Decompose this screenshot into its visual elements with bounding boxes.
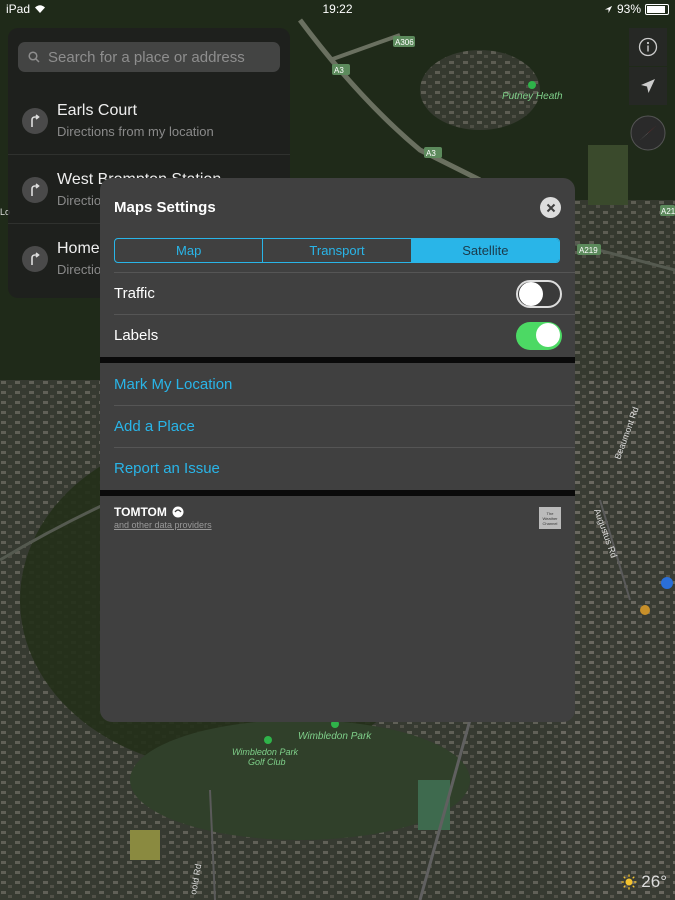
report-issue-row[interactable]: Report an Issue: [114, 447, 575, 489]
tomtom-logo[interactable]: TOMTOM: [114, 505, 185, 519]
map-road-label-a21: A21: [661, 207, 675, 216]
map-label-golf-club-1: Wimbledon Park: [232, 747, 298, 757]
close-button[interactable]: [540, 197, 561, 218]
labels-label: Labels: [114, 327, 159, 344]
map-road-label-a3: A3: [334, 66, 344, 75]
weather-indicator[interactable]: 26°: [621, 872, 667, 892]
labels-toggle[interactable]: [516, 322, 562, 350]
dialog-title: Maps Settings: [114, 199, 216, 216]
directions-title: Earls Court: [57, 102, 138, 119]
weather-channel-logo[interactable]: The Weather Channel: [539, 507, 561, 529]
battery-icon: [645, 3, 669, 15]
battery-percent: 93%: [616, 2, 641, 16]
turn-arrow-icon: [22, 246, 48, 272]
labels-row: Labels: [114, 314, 575, 356]
tomtom-hand-icon: [172, 506, 184, 518]
directions-item-earls-court[interactable]: Earls Court Directions from my location: [8, 86, 290, 155]
section-divider: [100, 490, 575, 496]
traffic-label: Traffic: [114, 285, 155, 302]
traffic-toggle[interactable]: [516, 280, 562, 308]
data-providers-link[interactable]: and other data providers: [114, 520, 212, 530]
location-arrow-icon: [641, 79, 655, 93]
wifi-icon: [35, 5, 46, 13]
traffic-row: Traffic: [114, 272, 575, 314]
turn-arrow-icon: [22, 177, 48, 203]
map-road-label-a219: A219: [579, 246, 598, 255]
compass-button[interactable]: [629, 114, 667, 152]
tomtom-wordmark: TOMTOM: [114, 505, 167, 519]
map-label-putney-heath: Putney Heath: [502, 91, 563, 102]
temperature-value: 26°: [641, 872, 667, 891]
add-place-row[interactable]: Add a Place: [114, 405, 575, 447]
close-icon: [546, 203, 555, 212]
sun-icon: [621, 874, 637, 890]
segment-map[interactable]: Map: [115, 239, 264, 262]
info-button[interactable]: [629, 28, 667, 66]
map-road-label-a3-south: A3: [426, 149, 436, 158]
status-time: 19:22: [322, 2, 353, 16]
directions-subtitle: Directions from my location: [57, 124, 214, 139]
segment-transport[interactable]: Transport: [263, 239, 412, 262]
info-icon: [638, 37, 658, 57]
mark-my-location-button[interactable]: Mark My Location: [114, 376, 232, 393]
status-bar: iPad 19:22 93%: [0, 0, 675, 18]
report-an-issue-button[interactable]: Report an Issue: [114, 460, 220, 477]
search-bar[interactable]: [18, 42, 280, 72]
map-road-label-a306: A306: [395, 38, 414, 47]
map-label-wimbledon-park: Wimbledon Park: [298, 731, 372, 742]
turn-arrow-icon: [22, 108, 48, 134]
search-icon: [28, 51, 40, 63]
map-label-golf-club-2: Golf Club: [248, 757, 286, 767]
search-input[interactable]: [46, 47, 280, 67]
segment-satellite[interactable]: Satellite: [411, 239, 559, 262]
map-type-segmented-control: Map Transport Satellite: [114, 238, 560, 263]
maps-settings-dialog: Maps Settings Map Transport Satellite Tr…: [100, 178, 575, 722]
tracking-button[interactable]: [629, 67, 667, 105]
device-name: iPad: [6, 2, 31, 16]
location-arrow-icon: [604, 5, 613, 13]
compass-icon: [630, 115, 666, 151]
mark-location-row[interactable]: Mark My Location: [114, 363, 575, 405]
directions-title: Home: [57, 240, 100, 257]
add-a-place-button[interactable]: Add a Place: [114, 418, 195, 435]
